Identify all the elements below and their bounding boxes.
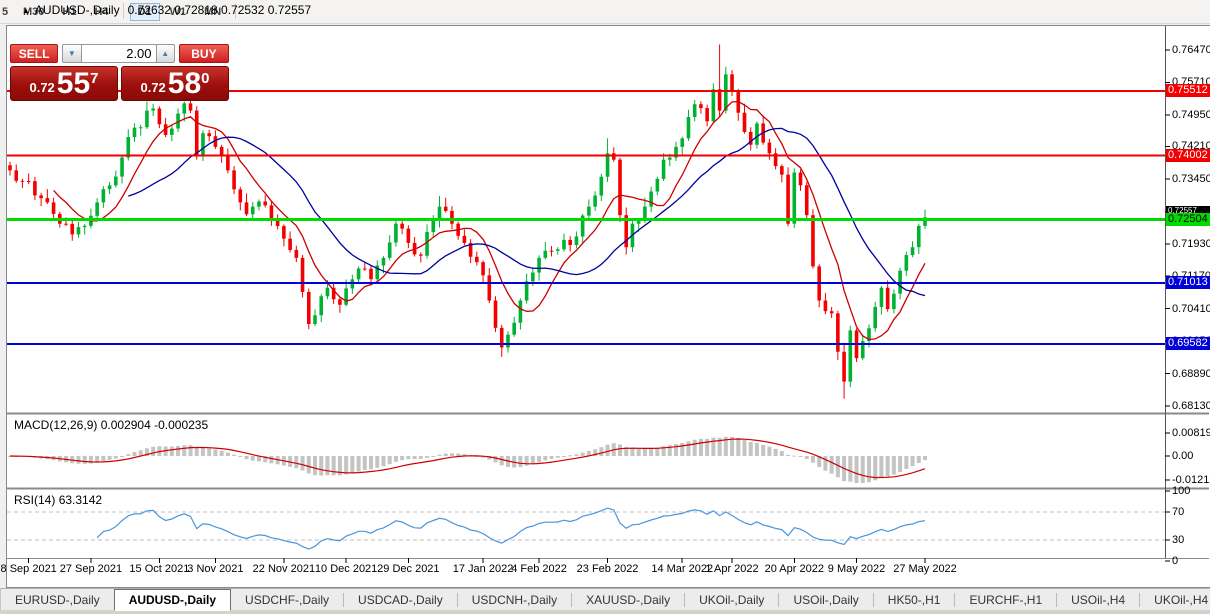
volume-increase-button[interactable]: ▲ <box>155 44 175 63</box>
sell-price-prefix: 0.72 <box>29 80 55 95</box>
tab-eurusd-daily[interactable]: EURUSD-,Daily <box>1 589 114 611</box>
trade-controls-row: SELL ▼ ▲ BUY <box>10 44 229 63</box>
date-tick-label: 15 Oct 2021 <box>129 563 190 575</box>
price-tick-label: 0.68130 <box>1172 399 1210 412</box>
price-tick-label: 0.70410 <box>1172 302 1210 315</box>
date-tick-label: 20 Apr 2022 <box>764 563 824 575</box>
mt4-window: 5 M30 H1 H4 D1 W1 MN ▲ AUDUSD-,Daily 0.72632 0.… <box>0 0 1210 614</box>
price-line-label: 0.75512 <box>1166 84 1210 98</box>
sell-price-sup: 7 <box>90 70 99 87</box>
chart-symbol-label: AUDUSD-,Daily <box>34 3 120 17</box>
tab-audusd-daily[interactable]: AUDUSD-,Daily <box>113 589 232 611</box>
rsi-axis-label: 70 <box>1172 506 1185 518</box>
spin-down-icon: ▼ <box>67 49 76 58</box>
tab-hk50-h1[interactable]: HK50-,H1 <box>874 589 955 611</box>
date-tick-label: 4 Feb 2022 <box>511 563 567 575</box>
macd-indicator-label: MACD(12,26,9) 0.002904 -0.000235 <box>14 418 208 432</box>
trade-prices-row: 0.72 55 7 0.72 58 0 <box>10 66 229 101</box>
macd-axis-label: 0.008197 <box>1172 427 1210 439</box>
date-tick-label: 23 Feb 2022 <box>576 563 639 575</box>
tab-usdcad-daily[interactable]: USDCAD-,Daily <box>344 589 457 611</box>
rsi-value: 63.3142 <box>58 493 103 507</box>
chart-title: ▲ AUDUSD-,Daily 0.72632 0.72818 0.72532 0.… <box>22 3 311 17</box>
date-tick-label: 22 Nov 2021 <box>252 563 316 575</box>
date-tick-label: 3 Nov 2021 <box>187 563 244 575</box>
buy-price-sup: 0 <box>201 70 210 87</box>
ohlc-values: 0.72632 0.72818 0.72532 0.72557 <box>127 3 312 17</box>
rsi-name: RSI(14) <box>14 493 56 507</box>
price-tick-label: 0.71930 <box>1172 237 1210 250</box>
sell-price-button[interactable]: 0.72 55 7 <box>10 66 118 101</box>
symbol-marker-icon: ▲ <box>22 6 30 15</box>
tab-usdchf-daily[interactable]: USDCHF-,Daily <box>231 589 343 611</box>
macd-axis-label: 0.00 <box>1172 450 1194 462</box>
date-tick-label: 14 Mar 2022 <box>651 563 714 575</box>
rsi-indicator-label: RSI(14) 63.3142 <box>14 493 102 507</box>
one-click-trade-panel: SELL ▼ ▲ BUY 0.72557 0.72580 <box>10 44 229 103</box>
chart-tab-bar: EURUSD-,Daily AUDUSD-,Daily USDCHF-,Daily U… <box>0 588 1210 611</box>
date-tick-label: 27 May 2022 <box>893 563 957 575</box>
tabs: EURUSD-,Daily AUDUSD-,Daily USDCHF-,Daily U… <box>1 589 1210 611</box>
tab-usoil-h4[interactable]: USOil-,H4 <box>1057 589 1139 611</box>
price-line-label: 0.71013 <box>1166 276 1210 290</box>
price-tick-label: 0.68890 <box>1172 367 1210 380</box>
tab-usoil-daily[interactable]: USOil-,Daily <box>779 589 872 611</box>
price-tick-label: 0.74950 <box>1172 108 1210 121</box>
rsi-axis-label: 0 <box>1172 555 1179 567</box>
date-tick-label: 17 Jan 2022 <box>452 563 514 575</box>
sell-price-big: 55 <box>56 67 91 100</box>
buy-price-big: 58 <box>167 67 202 100</box>
date-tick-label: 10 Dec 2021 <box>314 563 378 575</box>
buy-price-button[interactable]: 0.72 58 0 <box>121 66 229 101</box>
tab-ukoil-h4[interactable]: UKOil-,H4 <box>1140 589 1210 611</box>
tab-ukoil-daily[interactable]: UKOil-,Daily <box>685 589 778 611</box>
date-tick-label: 29 Dec 2021 <box>377 563 440 575</box>
price-line-label: 0.69582 <box>1166 337 1210 351</box>
buy-price-prefix: 0.72 <box>140 80 166 95</box>
rsi-axis-label: 30 <box>1172 534 1185 546</box>
macd-values: 0.002904 -0.000235 <box>100 418 209 432</box>
rsi-axis-label: 100 <box>1172 485 1191 497</box>
date-tick-label: 9 May 2022 <box>827 563 886 575</box>
date-tick-label: 8 Sep 2021 <box>0 563 57 575</box>
macd-name: MACD(12,26,9) <box>14 418 98 432</box>
price-tick-label: 0.76470 <box>1172 44 1210 56</box>
price-line-label: 0.72504 <box>1166 212 1210 226</box>
sell-button[interactable]: SELL <box>10 44 59 63</box>
date-tick-label: 27 Sep 2021 <box>59 563 123 575</box>
tab-usdcnh-daily[interactable]: USDCNH-,Daily <box>458 589 571 611</box>
volume-input[interactable] <box>81 44 156 63</box>
price-line-label: 0.74002 <box>1166 148 1210 162</box>
tab-eurchf-h1[interactable]: EURCHF-,H1 <box>955 589 1056 611</box>
spin-up-icon: ▲ <box>161 49 170 58</box>
price-tick-label: 0.73450 <box>1172 172 1210 185</box>
buy-button[interactable]: BUY <box>178 44 229 63</box>
date-tick-label: 1 Apr 2022 <box>705 563 759 575</box>
volume-decrease-button[interactable]: ▼ <box>62 44 82 63</box>
tab-xauusd-daily[interactable]: XAUUSD-,Daily <box>572 589 684 611</box>
